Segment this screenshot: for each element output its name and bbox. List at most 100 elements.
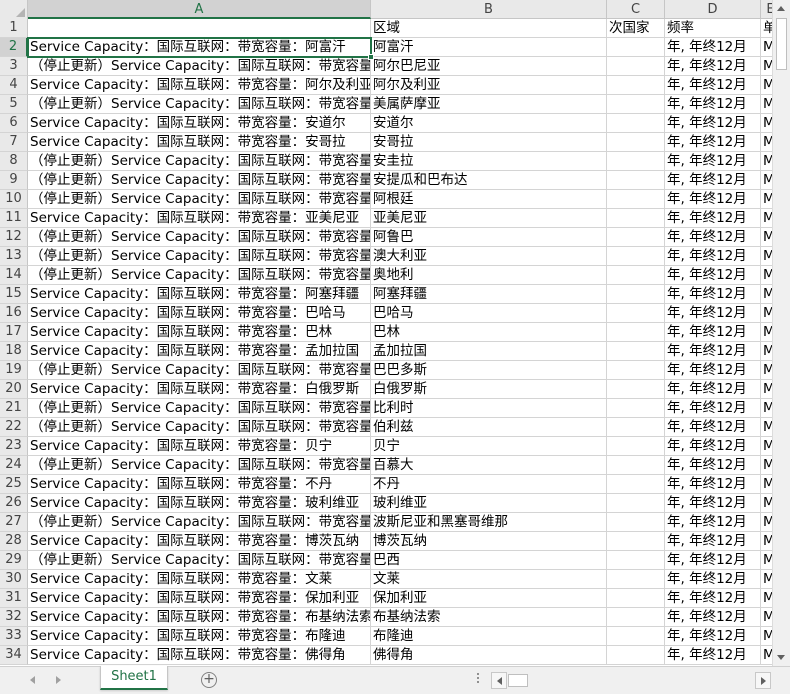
column-header-e[interactable]: E [761, 0, 772, 19]
cell-b[interactable]: 百慕大 [371, 456, 607, 475]
row-header[interactable]: 29 [0, 551, 28, 570]
cell-c[interactable] [607, 285, 665, 304]
cell-a[interactable]: （停止更新）Service Capacity：国际互联网：带宽容量：百慕大 [28, 456, 371, 475]
cell-d[interactable]: 年, 年终12月 [665, 323, 761, 342]
row-header[interactable]: 20 [0, 380, 28, 399]
row-header[interactable]: 19 [0, 361, 28, 380]
cell-a[interactable]: Service Capacity：国际互联网：带宽容量：阿尔及利亚 [28, 76, 371, 95]
cell-d[interactable]: 年, 年终12月 [665, 190, 761, 209]
cell-a[interactable]: （停止更新）Service Capacity：国际互联网：带宽容量：比利时 [28, 399, 371, 418]
cell-b[interactable]: 巴巴多斯 [371, 361, 607, 380]
cell-c[interactable] [607, 646, 665, 665]
cell-d[interactable]: 年, 年终12月 [665, 133, 761, 152]
cell-b[interactable]: 佛得角 [371, 646, 607, 665]
cell-a[interactable]: Service Capacity：国际互联网：带宽容量：阿富汗 [28, 38, 371, 57]
cell-d[interactable]: 年, 年终12月 [665, 418, 761, 437]
cell-e[interactable]: M [761, 646, 772, 665]
cell-e[interactable]: M [761, 304, 772, 323]
cell-d[interactable]: 年, 年终12月 [665, 532, 761, 551]
cell-d[interactable]: 年, 年终12月 [665, 627, 761, 646]
cell-e[interactable]: M [761, 494, 772, 513]
cell-b[interactable]: 比利时 [371, 399, 607, 418]
cell-b[interactable]: 孟加拉国 [371, 342, 607, 361]
cell-d[interactable]: 年, 年终12月 [665, 342, 761, 361]
cell-e[interactable]: M [761, 627, 772, 646]
cell-c[interactable] [607, 342, 665, 361]
cell-e[interactable]: M [761, 456, 772, 475]
scroll-left-button[interactable] [491, 672, 507, 689]
cell-d[interactable]: 年, 年终12月 [665, 513, 761, 532]
row-header[interactable]: 25 [0, 475, 28, 494]
cell-c[interactable] [607, 608, 665, 627]
cell-a[interactable]: Service Capacity：国际互联网：带宽容量：玻利维亚 [28, 494, 371, 513]
cell-b[interactable]: 奥地利 [371, 266, 607, 285]
cell-c[interactable] [607, 513, 665, 532]
cell-e[interactable]: M [761, 76, 772, 95]
row-header[interactable]: 33 [0, 627, 28, 646]
cell-a[interactable]: Service Capacity：国际互联网：带宽容量：巴哈马 [28, 304, 371, 323]
cell-d[interactable]: 年, 年终12月 [665, 76, 761, 95]
cell-e[interactable]: M [761, 152, 772, 171]
cell-b[interactable]: 白俄罗斯 [371, 380, 607, 399]
cell-e[interactable]: M [761, 342, 772, 361]
cell-a[interactable]: （停止更新）Service Capacity：国际互联网：带宽容量：澳大利亚 [28, 247, 371, 266]
scroll-right-button[interactable] [755, 672, 771, 689]
cell-e[interactable]: M [761, 323, 772, 342]
row-header[interactable]: 15 [0, 285, 28, 304]
row-header[interactable]: 22 [0, 418, 28, 437]
cell-e[interactable]: M [761, 133, 772, 152]
row-header[interactable]: 27 [0, 513, 28, 532]
cell-e[interactable]: M [761, 475, 772, 494]
row-header[interactable]: 4 [0, 76, 28, 95]
cell-d[interactable]: 年, 年终12月 [665, 304, 761, 323]
spreadsheet-grid[interactable]: A B C D E 1 区域 次国家 频率 单 2Service Capacit… [0, 0, 772, 666]
row-header[interactable]: 34 [0, 646, 28, 665]
row-header[interactable]: 31 [0, 589, 28, 608]
cell-d[interactable]: 年, 年终12月 [665, 152, 761, 171]
cell-e[interactable]: M [761, 361, 772, 380]
row-header[interactable]: 30 [0, 570, 28, 589]
cell-c[interactable] [607, 418, 665, 437]
cell-a[interactable]: （停止更新）Service Capacity：国际互联网：带宽容量：美属萨摩亚 [28, 95, 371, 114]
cell-b[interactable]: 安提瓜和巴布达 [371, 171, 607, 190]
cell-b[interactable]: 澳大利亚 [371, 247, 607, 266]
cell-e[interactable]: M [761, 532, 772, 551]
cell-b[interactable]: 巴哈马 [371, 304, 607, 323]
row-header[interactable]: 17 [0, 323, 28, 342]
cell-e[interactable]: M [761, 551, 772, 570]
cell-c[interactable] [607, 494, 665, 513]
cell-d[interactable]: 年, 年终12月 [665, 228, 761, 247]
cell-d[interactable]: 年, 年终12月 [665, 171, 761, 190]
cell-a[interactable]: （停止更新）Service Capacity：国际互联网：带宽容量：巴巴多斯 [28, 361, 371, 380]
cell-e[interactable]: M [761, 589, 772, 608]
cell-b[interactable]: 亚美尼亚 [371, 209, 607, 228]
cell-b[interactable]: 阿富汗 [371, 38, 607, 57]
cell-e[interactable]: M [761, 399, 772, 418]
cell-d[interactable]: 年, 年终12月 [665, 494, 761, 513]
cell-c[interactable] [607, 399, 665, 418]
cell-d[interactable]: 年, 年终12月 [665, 570, 761, 589]
row-header[interactable]: 9 [0, 171, 28, 190]
cell-a[interactable]: Service Capacity：国际互联网：带宽容量：亚美尼亚 [28, 209, 371, 228]
cell-b[interactable]: 美属萨摩亚 [371, 95, 607, 114]
cell-b[interactable]: 阿尔巴尼亚 [371, 57, 607, 76]
cell-d[interactable]: 年, 年终12月 [665, 209, 761, 228]
scroll-down-button[interactable] [773, 649, 790, 666]
cell-e[interactable]: M [761, 418, 772, 437]
cell-d[interactable]: 年, 年终12月 [665, 380, 761, 399]
row-header[interactable]: 13 [0, 247, 28, 266]
cell-b[interactable]: 阿塞拜疆 [371, 285, 607, 304]
cell-b[interactable]: 阿根廷 [371, 190, 607, 209]
cell-c[interactable] [607, 133, 665, 152]
cell-b[interactable]: 伯利兹 [371, 418, 607, 437]
cell-d[interactable]: 年, 年终12月 [665, 38, 761, 57]
cell-b[interactable]: 贝宁 [371, 437, 607, 456]
column-header-d[interactable]: D [665, 0, 761, 19]
vertical-scroll-thumb[interactable] [776, 18, 787, 70]
row-header[interactable]: 23 [0, 437, 28, 456]
cell-c[interactable] [607, 38, 665, 57]
cell-d[interactable]: 年, 年终12月 [665, 247, 761, 266]
cell-d[interactable]: 年, 年终12月 [665, 95, 761, 114]
cell-a[interactable]: （停止更新）Service Capacity：国际互联网：带宽容量：巴西 [28, 551, 371, 570]
cell-b[interactable]: 阿尔及利亚 [371, 76, 607, 95]
